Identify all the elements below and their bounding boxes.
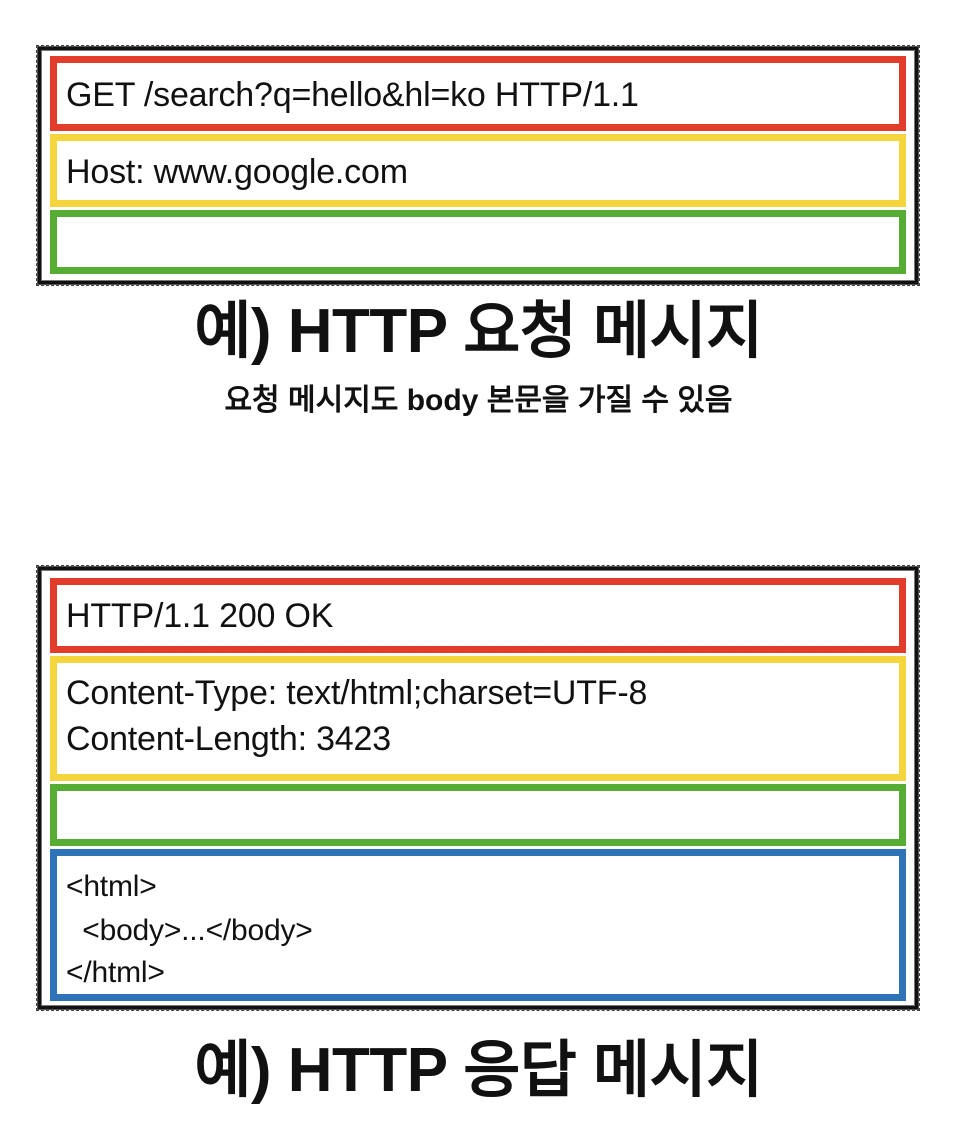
request-header-section: Host: www.google.com	[50, 134, 906, 207]
request-start-line: GET /search?q=hello&hl=ko HTTP/1.1	[66, 76, 639, 114]
response-body-line: <body>...</body>	[66, 914, 313, 947]
request-empty-line-section	[50, 210, 906, 274]
response-body-line: </html>	[66, 956, 165, 989]
response-content-type-header: Content-Type: text/html;charset=UTF-8	[66, 674, 648, 712]
response-status-line: HTTP/1.1 200 OK	[66, 597, 334, 635]
response-header-section: Content-Type: text/html;charset=UTF-8 Co…	[50, 656, 906, 781]
response-body-section: <html> <body>...</body> </html>	[50, 849, 906, 1001]
request-start-line-section: GET /search?q=hello&hl=ko HTTP/1.1	[50, 56, 906, 131]
response-body-line: <html>	[66, 870, 157, 903]
response-status-line-section: HTTP/1.1 200 OK	[50, 578, 906, 653]
request-caption: 예) HTTP 요청 메시지	[194, 297, 763, 366]
request-message-box: GET /search?q=hello&hl=ko HTTP/1.1 Host:…	[36, 45, 920, 286]
response-caption: 예) HTTP 응답 메시지	[194, 1036, 763, 1105]
response-empty-line-section	[50, 784, 906, 846]
response-content-length-header: Content-Length: 3423	[66, 720, 391, 758]
request-host-header: Host: www.google.com	[66, 153, 408, 191]
response-message-box: HTTP/1.1 200 OK Content-Type: text/html;…	[36, 565, 920, 1011]
request-body-note: 요청 메시지도 body 본문을 가질 수 있음	[224, 384, 733, 417]
